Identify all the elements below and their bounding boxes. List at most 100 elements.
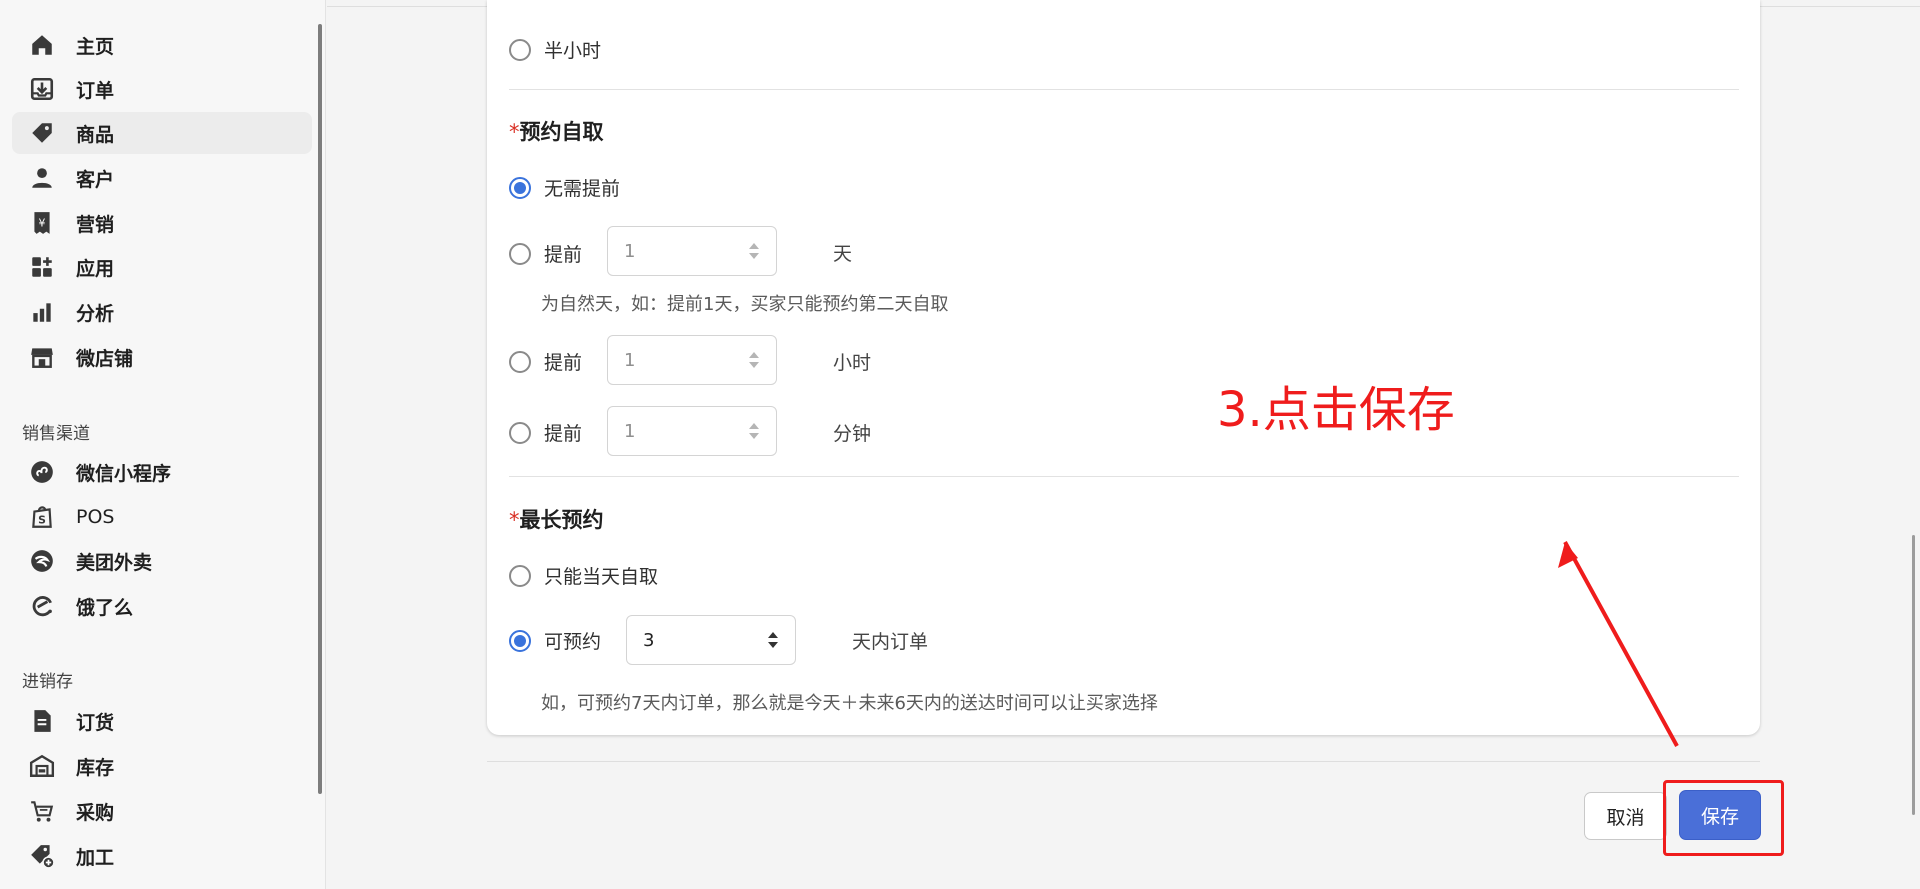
- radio-advance-hours[interactable]: [509, 350, 531, 373]
- person-icon: [28, 164, 56, 192]
- annotation-arrow-icon: [1558, 541, 1679, 747]
- option-advance-days-label: 提前: [544, 244, 583, 266]
- sidebar-item-inventory[interactable]: 库存: [12, 745, 312, 787]
- option-bookable-label: 可预约: [544, 631, 602, 653]
- sidebar-item-analytics[interactable]: 分析: [12, 291, 312, 333]
- marketing-icon: ¥: [28, 209, 56, 237]
- tag-icon: [28, 119, 56, 147]
- bar-chart-icon: [28, 298, 56, 326]
- annotation-text: 3.点击保存: [1217, 382, 1455, 438]
- option-advance-minutes-label: 提前: [544, 423, 583, 445]
- cart-icon: [28, 797, 56, 825]
- unit-minute: 分钟: [833, 423, 872, 445]
- advance-minutes-value: 1: [624, 420, 636, 442]
- radio-bookable[interactable]: [509, 629, 531, 652]
- order-icon: [28, 75, 56, 103]
- option-advance-hours-label: 提前: [544, 352, 583, 374]
- max-booking-hint: 如，可预约7天内订单，那么就是今天＋未来6天内的送达时间可以让买家选择: [541, 693, 1158, 714]
- document-icon: [28, 707, 56, 735]
- sidebar-item-label: 饿了么: [76, 596, 134, 619]
- tag-plus-icon: [28, 842, 56, 870]
- sidebar-item-microstore[interactable]: 微店铺: [12, 336, 312, 378]
- option-advance-days[interactable]: 提前: [509, 240, 582, 267]
- option-half-hour-label: 半小时: [544, 40, 602, 62]
- sidebar-item-label: 微信小程序: [76, 462, 172, 485]
- pickup-section-title: *预约自取: [509, 116, 604, 146]
- sidebar-item-apps[interactable]: 应用: [12, 246, 312, 288]
- sidebar-item-label: 采购: [76, 801, 115, 824]
- sidebar-item-label: POS: [76, 506, 115, 528]
- option-same-day-only[interactable]: 只能当天自取: [509, 562, 658, 589]
- sidebar-item-label: 商品: [76, 123, 115, 146]
- inventory-section-title: 进销存: [22, 672, 73, 692]
- advance-minutes-input[interactable]: 1: [607, 406, 777, 456]
- advance-hours-value: 1: [624, 349, 636, 371]
- radio-no-advance[interactable]: [509, 176, 531, 199]
- sidebar-item-products[interactable]: 商品: [12, 112, 312, 154]
- required-mark: *: [509, 508, 520, 532]
- sidebar-item-label: 美团外卖: [76, 551, 153, 574]
- sidebar-item-purchasing[interactable]: 采购: [12, 790, 312, 832]
- option-no-advance[interactable]: 无需提前: [509, 174, 620, 201]
- sidebar: 主页 订单 商品 客户 ¥ 营销 应用 分析 微店铺 销售渠道 微信小程序 S …: [0, 0, 326, 889]
- advance-days-stepper[interactable]: [748, 243, 760, 259]
- pos-bag-icon: S: [28, 503, 56, 531]
- sidebar-item-label: 微店铺: [76, 347, 134, 370]
- pickup-title-text: 预约自取: [519, 120, 604, 144]
- radio-half-hour[interactable]: [509, 38, 531, 61]
- advance-days-input[interactable]: 1: [607, 226, 777, 276]
- mini-program-icon: [28, 458, 56, 486]
- advance-hours-stepper[interactable]: [748, 352, 760, 368]
- sidebar-item-pos[interactable]: S POS: [12, 496, 312, 538]
- sidebar-item-label: 应用: [76, 257, 115, 280]
- sidebar-item-meituan[interactable]: 美团外卖: [12, 540, 312, 582]
- max-booking-title-text: 最长预约: [519, 508, 604, 532]
- option-bookable[interactable]: 可预约: [509, 627, 601, 654]
- warehouse-icon: [28, 752, 56, 780]
- option-advance-hours[interactable]: 提前: [509, 348, 582, 375]
- cancel-button[interactable]: 取消: [1584, 792, 1667, 840]
- divider: [509, 89, 1739, 90]
- apps-icon: [28, 253, 56, 281]
- sidebar-item-ordering[interactable]: 订货: [12, 700, 312, 742]
- eleme-icon: [28, 592, 56, 620]
- option-half-hour[interactable]: 半小时: [509, 36, 601, 63]
- divider: [509, 476, 1739, 477]
- option-no-advance-label: 无需提前: [544, 178, 621, 200]
- radio-advance-minutes[interactable]: [509, 421, 531, 444]
- advance-hours-input[interactable]: 1: [607, 335, 777, 385]
- sidebar-scrollbar[interactable]: [318, 24, 322, 794]
- home-icon: [28, 31, 56, 59]
- sidebar-item-label: 订货: [76, 711, 115, 734]
- pickup-hint: 为自然天，如：提前1天，买家只能预约第二天自取: [541, 294, 949, 315]
- sidebar-item-processing[interactable]: 加工: [12, 835, 312, 877]
- annotation-highlight-box: [1663, 780, 1784, 856]
- unit-day: 天: [833, 243, 853, 265]
- sidebar-item-orders[interactable]: 订单: [12, 68, 312, 110]
- sidebar-item-label: 客户: [76, 168, 115, 191]
- sidebar-item-customers[interactable]: 客户: [12, 157, 312, 199]
- sidebar-item-label: 加工: [76, 846, 115, 869]
- advance-minutes-stepper[interactable]: [748, 423, 760, 439]
- radio-same-day-only[interactable]: [509, 564, 531, 587]
- meituan-icon: [28, 547, 56, 575]
- bookable-days-input[interactable]: 3: [626, 615, 796, 665]
- sidebar-item-label: 订单: [76, 79, 115, 102]
- svg-text:S: S: [38, 514, 46, 527]
- sidebar-item-label: 分析: [76, 302, 115, 325]
- sidebar-item-wechat-mini-program[interactable]: 微信小程序: [12, 451, 312, 493]
- option-advance-minutes[interactable]: 提前: [509, 419, 582, 446]
- max-booking-section-title: *最长预约: [509, 504, 604, 534]
- sidebar-item-label: 主页: [76, 35, 115, 58]
- radio-advance-days[interactable]: [509, 242, 531, 265]
- main-scrollbar[interactable]: [1912, 535, 1915, 815]
- option-same-day-only-label: 只能当天自取: [544, 566, 659, 588]
- sidebar-item-eleme[interactable]: 饿了么: [12, 585, 312, 627]
- required-mark: *: [509, 120, 520, 144]
- bookable-days-stepper[interactable]: [767, 632, 779, 648]
- svg-text:¥: ¥: [39, 216, 46, 229]
- sales-channel-section-title: 销售渠道: [22, 424, 90, 444]
- sidebar-item-label: 营销: [76, 213, 115, 236]
- sidebar-item-home[interactable]: 主页: [12, 24, 312, 66]
- sidebar-item-marketing[interactable]: ¥ 营销: [12, 202, 312, 244]
